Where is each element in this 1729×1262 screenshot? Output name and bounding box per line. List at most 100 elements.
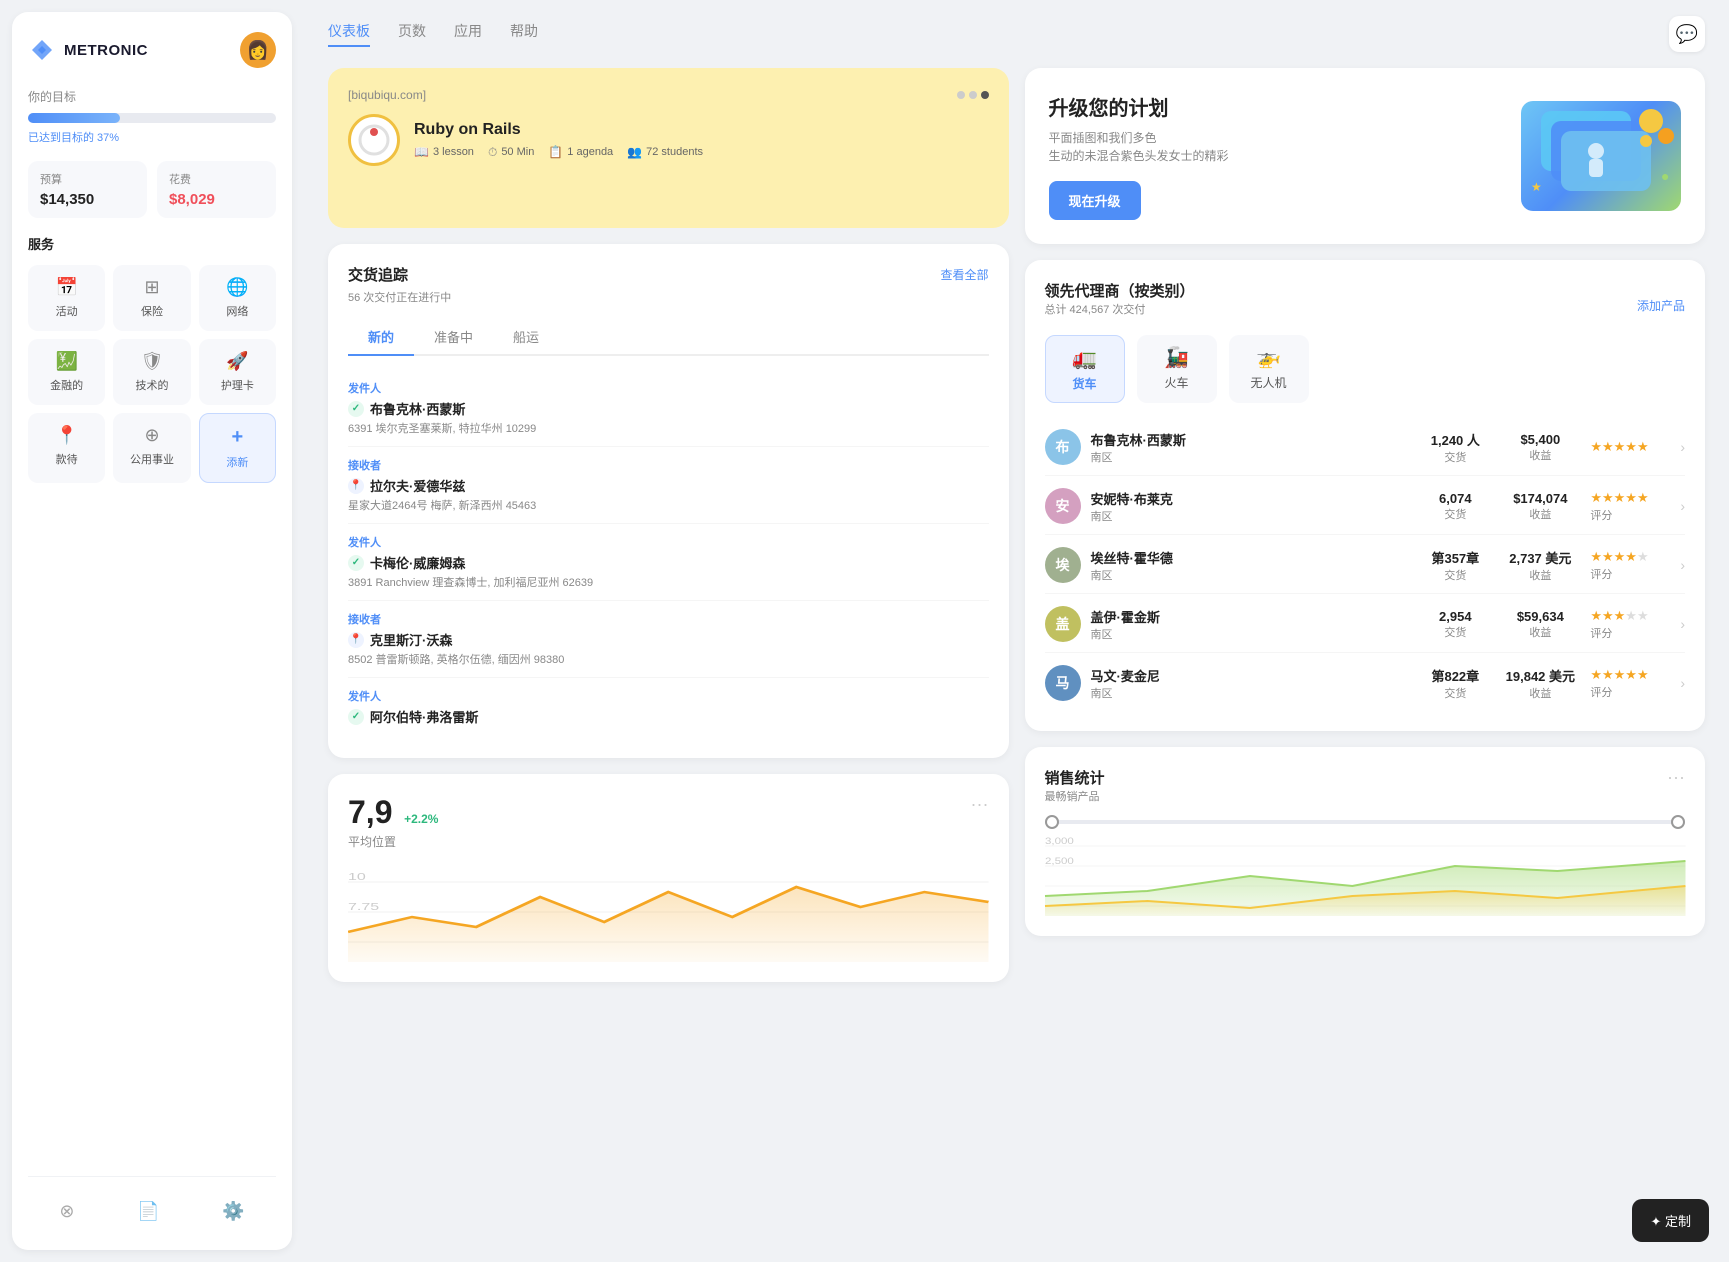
sidebar-footer: ⊗ 📄 ⚙️ bbox=[28, 1176, 276, 1230]
stats-menu[interactable]: ··· bbox=[971, 794, 989, 815]
svg-text:●: ● bbox=[1661, 168, 1669, 184]
agent-revenue: $5,400 收益 bbox=[1500, 432, 1580, 463]
stats-label: 平均位置 bbox=[348, 833, 438, 850]
status-dot-green: ✓ bbox=[348, 401, 364, 417]
drone-icon: 🚁 bbox=[1256, 345, 1281, 370]
service-tech[interactable]: 🛡 技术的 bbox=[113, 339, 190, 405]
tracking-link[interactable]: 查看全部 bbox=[940, 266, 988, 283]
agent-ratings: ★★★★★ 评分 bbox=[1590, 549, 1670, 582]
agent-revenue: 2,737 美元 收益 bbox=[1500, 548, 1580, 583]
service-network[interactable]: 🌐 网络 bbox=[199, 265, 276, 331]
sales-slider[interactable] bbox=[1045, 820, 1686, 824]
nav-dashboard[interactable]: 仪表板 bbox=[328, 21, 370, 47]
svg-text:7.75: 7.75 bbox=[348, 901, 379, 912]
ruby-icon bbox=[356, 122, 392, 158]
train-icon: 🚂 bbox=[1164, 345, 1189, 370]
customize-button[interactable]: ✦ 定制 bbox=[1632, 1199, 1709, 1242]
service-활동[interactable]: 📅 活动 bbox=[28, 265, 105, 331]
top-nav: 仪表板 页数 应用 帮助 bbox=[328, 21, 538, 47]
agents-card: 领先代理商（按类别） 总计 424,567 次交付 添加产品 🚛 货车 🚂 火车 bbox=[1025, 260, 1706, 731]
status-dot-blue: 📍 bbox=[348, 478, 364, 494]
add-product-button[interactable]: 添加产品 bbox=[1637, 297, 1685, 314]
agent-tab-drone[interactable]: 🚁 无人机 bbox=[1229, 335, 1309, 403]
agent-ratings: ★★★★★ bbox=[1590, 439, 1670, 455]
agent-tab-truck[interactable]: 🚛 货车 bbox=[1045, 335, 1125, 403]
agent-avatar: 布 bbox=[1045, 429, 1081, 465]
service-utility[interactable]: ⊕ 公用事业 bbox=[113, 413, 190, 483]
course-url-text: [biqubiqu.com] bbox=[348, 88, 426, 102]
delivery-item: 发件人 ✓ 阿尔伯特·弗洛雷斯 bbox=[348, 678, 989, 738]
document-icon[interactable]: 📄 bbox=[129, 1193, 167, 1230]
app-name: METRONIC bbox=[64, 42, 148, 59]
agent-tab-train[interactable]: 🚂 火车 bbox=[1137, 335, 1217, 403]
upgrade-title: 升级您的计划 bbox=[1049, 92, 1229, 121]
agent-info: 盖伊·霍金斯 南区 bbox=[1091, 607, 1411, 642]
service-card[interactable]: 🚀 护理卡 bbox=[199, 339, 276, 405]
agent-arrow[interactable]: › bbox=[1680, 439, 1685, 455]
sidebar: METRONIC 👩 你的目标 已达到目标的 37% 预算 $14,350 花费… bbox=[12, 12, 292, 1250]
dot2 bbox=[969, 91, 977, 99]
upgrade-card: 升级您的计划 平面插图和我们多色 生动的未混合紫色头发女士的精彩 现在升级 bbox=[1025, 68, 1706, 244]
svg-text:3,000: 3,000 bbox=[1045, 837, 1074, 847]
upgrade-text: 升级您的计划 平面插图和我们多色 生动的未混合紫色头发女士的精彩 现在升级 bbox=[1049, 92, 1229, 220]
layers-icon[interactable]: ⊗ bbox=[51, 1193, 82, 1230]
topbar: 仪表板 页数 应用 帮助 💬 bbox=[304, 0, 1729, 60]
service-hospitality[interactable]: 📍 款待 bbox=[28, 413, 105, 483]
agent-ratings: ★★★★★ 评分 bbox=[1590, 608, 1670, 641]
stats-trend: +2.2% bbox=[404, 812, 438, 826]
tab-new[interactable]: 新的 bbox=[348, 319, 414, 356]
sales-card: 销售统计 最畅销产品 ··· bbox=[1025, 747, 1706, 936]
stats-card: 7,9 +2.2% 平均位置 ··· bbox=[328, 774, 1009, 982]
status-dot-green2: ✓ bbox=[348, 555, 364, 571]
topbar-right: 💬 bbox=[1669, 16, 1705, 52]
course-url-row: [biqubiqu.com] bbox=[348, 88, 989, 102]
meta-students: 👥 72 students bbox=[627, 145, 703, 160]
meta-time: ⏱ 50 Min bbox=[488, 145, 534, 160]
agent-avatar: 埃 bbox=[1045, 547, 1081, 583]
agent-avatar: 安 bbox=[1045, 488, 1081, 524]
delivery-item: 发件人 ✓ 布鲁克林·西蒙斯 6391 埃尔克圣塞莱斯, 特拉华州 10299 bbox=[348, 370, 989, 447]
goal-progress-bg bbox=[28, 113, 276, 123]
tab-preparing[interactable]: 准备中 bbox=[414, 319, 493, 356]
right-column: 升级您的计划 平面插图和我们多色 生动的未混合紫色头发女士的精彩 现在升级 bbox=[1025, 68, 1706, 1246]
nav-pages[interactable]: 页数 bbox=[398, 21, 426, 47]
agent-revenue: $174,074 收益 bbox=[1500, 491, 1580, 522]
agents-subtitle: 总计 424,567 次交付 bbox=[1045, 301, 1195, 317]
agent-arrow[interactable]: › bbox=[1680, 498, 1685, 514]
slider-handle-right[interactable] bbox=[1671, 815, 1685, 829]
agent-row: 盖 盖伊·霍金斯 南区 2,954 交货 $59,634 收益 bbox=[1045, 596, 1686, 653]
agent-transactions: 2,954 交货 bbox=[1420, 609, 1490, 640]
service-finance[interactable]: 💹 金融的 bbox=[28, 339, 105, 405]
chat-icon[interactable]: 💬 bbox=[1669, 16, 1705, 52]
tracking-title: 交货追踪 bbox=[348, 264, 408, 285]
agent-arrow[interactable]: › bbox=[1680, 675, 1685, 691]
nav-help[interactable]: 帮助 bbox=[510, 21, 538, 47]
budget-row: 预算 $14,350 花费 $8,029 bbox=[28, 161, 276, 218]
settings-icon[interactable]: ⚙️ bbox=[214, 1193, 252, 1230]
tab-shipping[interactable]: 船运 bbox=[493, 319, 559, 356]
delivery-items: 发件人 ✓ 布鲁克林·西蒙斯 6391 埃尔克圣塞莱斯, 特拉华州 10299 … bbox=[348, 370, 989, 738]
service-add[interactable]: + 添新 bbox=[199, 413, 276, 483]
status-dot-green3: ✓ bbox=[348, 709, 364, 725]
sales-menu[interactable]: ··· bbox=[1667, 767, 1685, 788]
goal-percent: 已达到目标的 37% bbox=[28, 129, 276, 145]
agents-header: 领先代理商（按类别） 总计 424,567 次交付 添加产品 bbox=[1045, 280, 1686, 331]
agents-list: 布 布鲁克林·西蒙斯 南区 1,240 人 交货 $5,400 收益 bbox=[1045, 419, 1686, 711]
course-meta: 📖 3 lesson ⏱ 50 Min 📋 1 agenda 👥 72 stud… bbox=[414, 145, 703, 160]
upgrade-illustration: ★ ● bbox=[1521, 101, 1681, 211]
nav-apps[interactable]: 应用 bbox=[454, 21, 482, 47]
agent-ratings: ★★★★★ 评分 bbox=[1590, 490, 1670, 523]
service-보험[interactable]: ⊞ 保险 bbox=[113, 265, 190, 331]
agent-info: 布鲁克林·西蒙斯 南区 bbox=[1091, 430, 1411, 465]
agent-tabs: 🚛 货车 🚂 火车 🚁 无人机 bbox=[1045, 335, 1686, 403]
agent-revenue: 19,842 美元 收益 bbox=[1500, 666, 1580, 701]
agent-row: 安 安妮特·布莱克 南区 6,074 交货 $174,074 收益 bbox=[1045, 478, 1686, 535]
dot1 bbox=[957, 91, 965, 99]
agent-arrow[interactable]: › bbox=[1680, 616, 1685, 632]
slider-handle-left[interactable] bbox=[1045, 815, 1059, 829]
budget-value: $14,350 bbox=[40, 191, 135, 208]
sales-chart: 3,000 2,500 bbox=[1045, 836, 1686, 916]
upgrade-button[interactable]: 现在升级 bbox=[1049, 181, 1141, 220]
agent-transactions: 第357章 交货 bbox=[1420, 548, 1490, 583]
agent-arrow[interactable]: › bbox=[1680, 557, 1685, 573]
